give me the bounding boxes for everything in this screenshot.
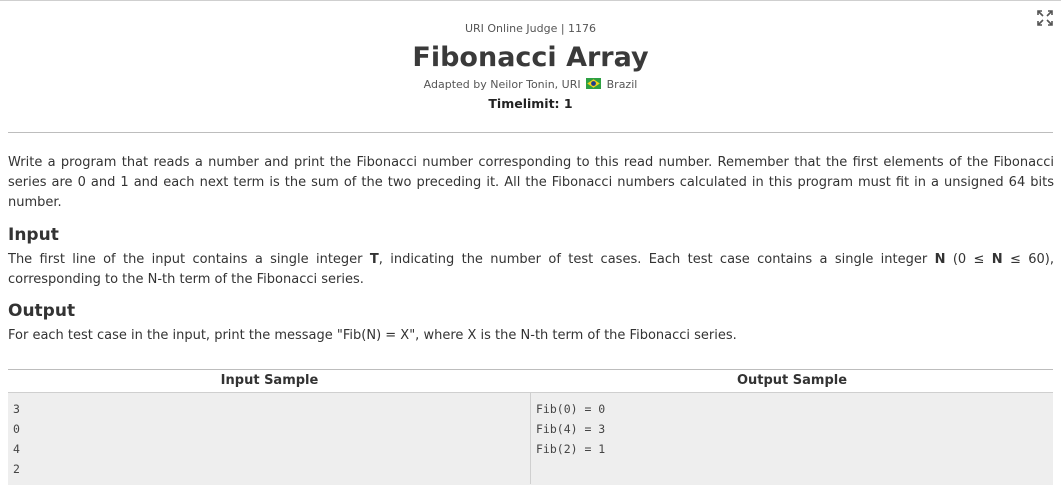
output-sample-header: Output Sample xyxy=(736,373,848,388)
problem-title: Fibonacci Array xyxy=(412,42,649,73)
input-sample-header: Input Sample xyxy=(220,373,319,388)
problem-body: Write a program that reads a number and … xyxy=(8,153,1054,346)
top-border xyxy=(0,0,1061,1)
output-description: For each test case in the input, print t… xyxy=(8,328,737,343)
brazil-flag-icon xyxy=(586,78,602,89)
adapted-by: Adapted by Neilor Tonin, URI xyxy=(423,78,581,91)
input-description: The first line of the input contains a s… xyxy=(8,250,1054,290)
input-text-2: , indicating the number of test cases. E… xyxy=(378,252,935,267)
output-sample-line: Fib(4) = 3 xyxy=(536,422,606,436)
input-sample-line: 0 xyxy=(13,422,20,436)
judge-line: URI Online Judge | 1176 xyxy=(464,22,597,35)
output-sample-cell[interactable]: Fib(0) = 0 Fib(4) = 3 Fib(2) = 1 xyxy=(531,393,1053,484)
timelimit: Timelimit: 1 xyxy=(488,96,573,111)
input-sample-line: 2 xyxy=(13,462,20,476)
samples-table: Input Sample Output Sample 3 0 4 2 Fib(0… xyxy=(8,369,1053,485)
adapted-line: Adapted by Neilor Tonin, URI Brazil xyxy=(0,78,1061,92)
input-text-1: The first line of the input contains a s… xyxy=(8,252,370,267)
header-divider xyxy=(8,132,1053,133)
input-text-3: (0 ≤ xyxy=(945,252,992,267)
problem-header: URI Online Judge | 1176 Fibonacci Array … xyxy=(0,22,1061,112)
country-name: Brazil xyxy=(606,78,638,91)
var-n-2: N xyxy=(991,252,1003,267)
output-sample-line: Fib(0) = 0 xyxy=(536,402,606,416)
input-sample-line: 3 xyxy=(13,402,20,416)
output-heading: Output xyxy=(8,301,76,321)
var-t: T xyxy=(369,252,379,267)
samples-header-row: Input Sample Output Sample xyxy=(8,370,1053,392)
problem-description: Write a program that reads a number and … xyxy=(8,155,1054,210)
var-n: N xyxy=(934,252,946,267)
input-sample-cell[interactable]: 3 0 4 2 xyxy=(8,393,531,484)
input-sample-line: 4 xyxy=(13,442,20,456)
output-sample-line: Fib(2) = 1 xyxy=(536,442,606,456)
samples-body-row: 3 0 4 2 Fib(0) = 0 Fib(4) = 3 Fib(2) = 1 xyxy=(8,392,1053,485)
input-heading: Input xyxy=(8,225,59,245)
